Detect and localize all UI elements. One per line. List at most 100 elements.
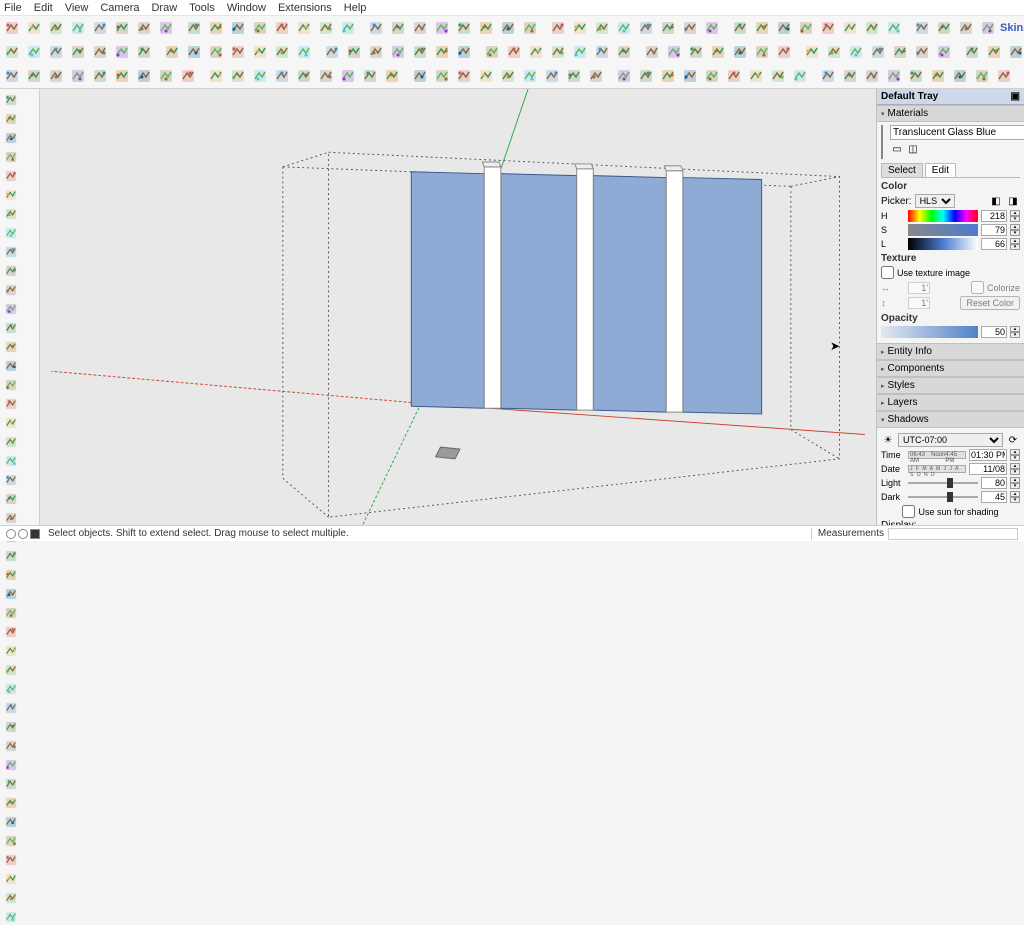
ltool-btn-228[interactable]: [2, 623, 19, 640]
tb2-btn-84[interactable]: [774, 42, 794, 62]
picker-mode-select[interactable]: HLS: [915, 194, 955, 208]
panel-components-head[interactable]: Components: [877, 360, 1024, 377]
tb3-btn-124[interactable]: [542, 66, 562, 86]
ltool-btn-219[interactable]: [2, 452, 19, 469]
tb3-btn-142[interactable]: [950, 66, 970, 86]
tb3-btn-131[interactable]: [702, 66, 722, 86]
tb3-btn-102[interactable]: [46, 66, 66, 86]
tb1-btn-5[interactable]: [112, 18, 132, 38]
tb1-btn-34[interactable]: [774, 18, 794, 38]
tb2-btn-65[interactable]: [344, 42, 364, 62]
tb2-btn-58[interactable]: [184, 42, 204, 62]
tb2-btn-69[interactable]: [432, 42, 452, 62]
tb3-btn-126[interactable]: [586, 66, 606, 86]
tb1-btn-3[interactable]: [68, 18, 88, 38]
tb2-btn-90[interactable]: [912, 42, 932, 62]
tb1-btn-42[interactable]: [956, 18, 976, 38]
ltool-btn-240[interactable]: [2, 851, 19, 868]
lig-slider[interactable]: [908, 238, 978, 250]
tb1-btn-38[interactable]: [862, 18, 882, 38]
tb1-btn-17[interactable]: [388, 18, 408, 38]
tb2-btn-87[interactable]: [846, 42, 866, 62]
ltool-btn-204[interactable]: [2, 167, 19, 184]
timezone-select[interactable]: UTC-07:00: [898, 433, 1003, 447]
tab-select[interactable]: Select: [881, 163, 923, 177]
tb3-btn-121[interactable]: [476, 66, 496, 86]
sat-input[interactable]: [981, 224, 1007, 236]
ltool-btn-235[interactable]: [2, 756, 19, 773]
tb1-btn-18[interactable]: [410, 18, 430, 38]
tb1-btn-6[interactable]: [134, 18, 154, 38]
tb2-btn-91[interactable]: [934, 42, 954, 62]
tb2-btn-54[interactable]: [90, 42, 110, 62]
tb3-btn-120[interactable]: [454, 66, 474, 86]
tb2-btn-74[interactable]: [548, 42, 568, 62]
tb2-btn-80[interactable]: [686, 42, 706, 62]
tb3-btn-125[interactable]: [564, 66, 584, 86]
opacity-input[interactable]: [981, 326, 1007, 338]
tb1-btn-15[interactable]: [338, 18, 358, 38]
ltool-btn-222[interactable]: [2, 509, 19, 526]
tb1-btn-31[interactable]: [702, 18, 722, 38]
tb2-btn-57[interactable]: [162, 42, 182, 62]
reset-color-button[interactable]: Reset Color: [960, 296, 1020, 310]
date-input[interactable]: [969, 463, 1007, 475]
ltool-btn-221[interactable]: [2, 490, 19, 507]
tb2-btn-67[interactable]: [388, 42, 408, 62]
tb2-btn-75[interactable]: [570, 42, 590, 62]
tb1-btn-41[interactable]: [934, 18, 954, 38]
tb3-btn-101[interactable]: [24, 66, 44, 86]
tb3-btn-144[interactable]: [994, 66, 1014, 86]
tb3-btn-109[interactable]: [206, 66, 226, 86]
tb1-btn-13[interactable]: [294, 18, 314, 38]
lig-stepper[interactable]: ▴▾: [1010, 238, 1020, 250]
ltool-btn-206[interactable]: [2, 205, 19, 222]
lig-input[interactable]: [981, 238, 1007, 250]
tb1-btn-30[interactable]: [680, 18, 700, 38]
tb2-btn-68[interactable]: [410, 42, 430, 62]
tb2-btn-79[interactable]: [664, 42, 684, 62]
tb2-btn-92[interactable]: [962, 42, 982, 62]
tb2-btn-61[interactable]: [250, 42, 270, 62]
tb3-btn-139[interactable]: [884, 66, 904, 86]
opacity-stepper[interactable]: ▴▾: [1010, 326, 1020, 338]
tb2-btn-78[interactable]: [642, 42, 662, 62]
panel-entityinfo-head[interactable]: Entity Info: [877, 343, 1024, 360]
ltool-btn-239[interactable]: [2, 832, 19, 849]
tb2-btn-89[interactable]: [890, 42, 910, 62]
tb2-btn-64[interactable]: [322, 42, 342, 62]
tb3-btn-122[interactable]: [498, 66, 518, 86]
tb1-btn-12[interactable]: [272, 18, 292, 38]
ltool-btn-236[interactable]: [2, 775, 19, 792]
tex-h-input[interactable]: [908, 297, 930, 309]
tb3-btn-133[interactable]: [746, 66, 766, 86]
status-info-icon[interactable]: [18, 529, 28, 539]
tb3-btn-134[interactable]: [768, 66, 788, 86]
date-slider[interactable]: J F M A M J J A S O N D: [908, 465, 966, 473]
menu-window[interactable]: Window: [227, 2, 266, 14]
viewport[interactable]: ➤: [40, 89, 876, 525]
tb2-btn-85[interactable]: [802, 42, 822, 62]
tb2-btn-53[interactable]: [68, 42, 88, 62]
ltool-btn-207[interactable]: [2, 224, 19, 241]
light-input[interactable]: [981, 477, 1007, 489]
ltool-btn-226[interactable]: [2, 585, 19, 602]
tb3-btn-128[interactable]: [636, 66, 656, 86]
tb2-btn-60[interactable]: [228, 42, 248, 62]
tb3-btn-100[interactable]: [2, 66, 22, 86]
ltool-btn-215[interactable]: [2, 376, 19, 393]
tb3-btn-135[interactable]: [790, 66, 810, 86]
ltool-btn-232[interactable]: [2, 699, 19, 716]
tb3-btn-104[interactable]: [90, 66, 110, 86]
tex-w-input[interactable]: [908, 282, 930, 294]
ltool-btn-211[interactable]: [2, 300, 19, 317]
ltool-btn-243[interactable]: [2, 908, 19, 925]
ltool-btn-229[interactable]: [2, 642, 19, 659]
ltool-btn-205[interactable]: [2, 186, 19, 203]
tb1-btn-11[interactable]: [250, 18, 270, 38]
tb1-btn-1[interactable]: [24, 18, 44, 38]
light-stepper[interactable]: ▴▾: [1010, 477, 1020, 489]
tb1-btn-8[interactable]: [184, 18, 204, 38]
menu-edit[interactable]: Edit: [34, 2, 53, 14]
tb3-btn-123[interactable]: [520, 66, 540, 86]
